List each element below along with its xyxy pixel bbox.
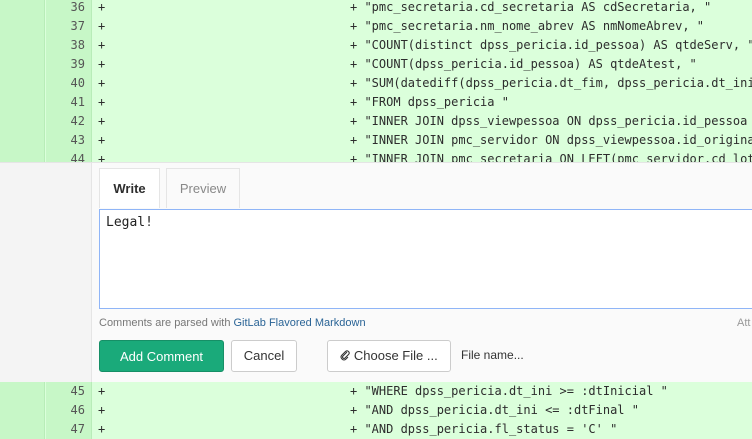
attach-hint: Att <box>737 317 751 329</box>
added-sign: + <box>98 19 106 33</box>
diff-line: 46 + + "AND dpss_pericia.dt_ini <= :dtFina… <box>0 401 752 420</box>
diff-line: 37 + + "pmc_secretaria.nm_nome_abrev AS nm… <box>0 17 752 36</box>
diff-line: 47 + + "AND dpss_pericia.fl_status = 'C' " <box>0 420 752 439</box>
old-line-number[interactable] <box>0 36 45 55</box>
tab-write[interactable]: Write <box>99 168 160 208</box>
diff-line: 41 + + "FROM dpss_pericia " <box>0 93 752 112</box>
added-sign: + <box>98 384 106 398</box>
cancel-button[interactable]: Cancel <box>231 340 297 372</box>
diff-line: 39 + + "COUNT(dpss_pericia.id_pessoa) AS q… <box>0 55 752 74</box>
added-sign: + <box>98 0 106 14</box>
diff-line: 43 + + "INNER JOIN pmc_servidor ON dpss_vi… <box>0 131 752 150</box>
comment-textarea[interactable]: Legal! <box>99 209 752 309</box>
new-line-number[interactable]: 37 <box>46 17 92 36</box>
old-line-number[interactable] <box>0 0 45 17</box>
diff-line: 38 + + "COUNT(distinct dpss_pericia.id_pes… <box>0 36 752 55</box>
code-line: + "pmc_secretaria.nm_nome_abrev AS nmNom… <box>350 19 705 33</box>
code-line: + "COUNT(dpss_pericia.id_pessoa) AS qtde… <box>350 57 697 71</box>
markdown-hint: Comments are parsed with GitLab Flavored… <box>99 317 366 329</box>
old-line-number[interactable] <box>0 131 45 150</box>
markdown-hint-text: Comments are parsed with <box>99 317 234 329</box>
diff-line: 36 + + "pmc_secretaria.cd_secretaria AS cd… <box>0 0 752 17</box>
code-line: + "COUNT(distinct dpss_pericia.id_pessoa… <box>350 38 752 52</box>
old-line-number[interactable] <box>0 17 45 36</box>
new-line-number[interactable]: 40 <box>46 74 92 93</box>
choose-file-button[interactable]: Choose File ... <box>327 340 451 372</box>
added-sign: + <box>98 95 106 109</box>
code-line: + "SUM(datediff(dpss_pericia.dt_fim, dps… <box>350 76 752 90</box>
new-line-number[interactable]: 42 <box>46 112 92 131</box>
added-sign: + <box>98 133 106 147</box>
code-line: + "pmc_secretaria.cd_secretaria AS cdSec… <box>350 0 712 14</box>
new-line-number[interactable]: 45 <box>46 382 92 401</box>
add-comment-button[interactable]: Add Comment <box>99 340 224 372</box>
diff-line: 42 + + "INNER JOIN dpss_viewpessoa ON dpss… <box>0 112 752 131</box>
diff-line: 45 + + "WHERE dpss_pericia.dt_ini >= :dtIn… <box>0 382 752 401</box>
old-line-number[interactable] <box>0 74 45 93</box>
code-line: + "AND dpss_pericia.dt_ini <= :dtFinal " <box>350 403 639 417</box>
added-sign: + <box>98 76 106 90</box>
code-line: + "AND dpss_pericia.fl_status = 'C' " <box>350 422 618 436</box>
added-sign: + <box>98 38 106 52</box>
added-sign: + <box>98 57 106 71</box>
old-line-number[interactable] <box>0 420 45 439</box>
comment-gutter <box>0 163 92 382</box>
new-line-number[interactable]: 46 <box>46 401 92 420</box>
old-line-number[interactable] <box>0 112 45 131</box>
code-line: + "INNER JOIN pmc_servidor ON dpss_viewp… <box>350 133 752 147</box>
old-line-number[interactable] <box>0 382 45 401</box>
added-sign: + <box>98 422 106 436</box>
added-sign: + <box>98 403 106 417</box>
markdown-link[interactable]: GitLab Flavored Markdown <box>234 317 366 329</box>
code-line: + "FROM dpss_pericia " <box>350 95 509 109</box>
old-line-number[interactable] <box>0 55 45 74</box>
old-line-number[interactable] <box>0 93 45 112</box>
paperclip-icon <box>340 348 354 363</box>
new-line-number[interactable]: 43 <box>46 131 92 150</box>
diff-line: 40 + + "SUM(datediff(dpss_pericia.dt_fim, … <box>0 74 752 93</box>
old-line-number[interactable] <box>0 401 45 420</box>
new-line-number[interactable]: 47 <box>46 420 92 439</box>
new-line-number[interactable]: 36 <box>46 0 92 17</box>
new-line-number[interactable]: 38 <box>46 36 92 55</box>
added-sign: + <box>98 114 106 128</box>
file-name-label: File name... <box>461 348 524 362</box>
new-line-number[interactable]: 41 <box>46 93 92 112</box>
new-line-number[interactable]: 39 <box>46 55 92 74</box>
tab-preview[interactable]: Preview <box>166 168 240 208</box>
code-line: + "INNER JOIN dpss_viewpessoa ON dpss_pe… <box>350 114 748 128</box>
choose-file-label: Choose File ... <box>353 348 438 363</box>
code-line: + "WHERE dpss_pericia.dt_ini >= :dtInici… <box>350 384 668 398</box>
